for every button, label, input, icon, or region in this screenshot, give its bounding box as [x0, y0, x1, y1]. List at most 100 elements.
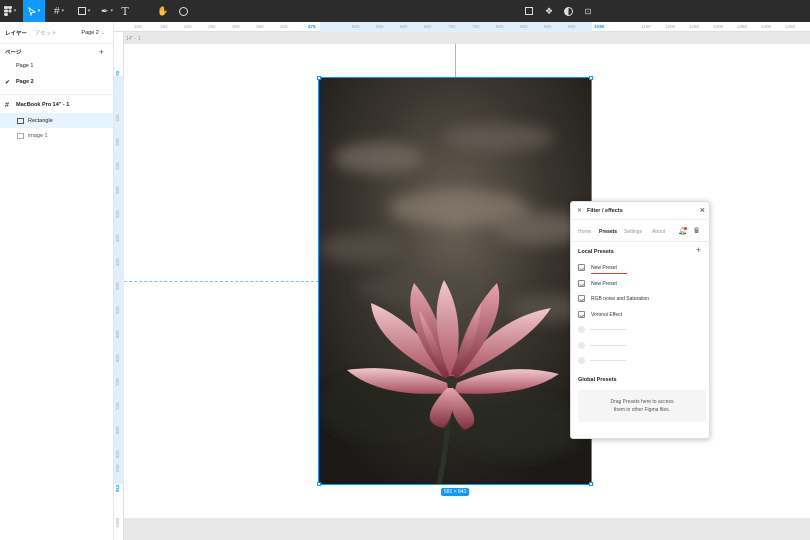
hand-tool-icon: ✋	[157, 5, 169, 16]
ruler-tick: 950	[568, 24, 576, 29]
preset-placeholder	[578, 357, 626, 364]
adjust-icon: ⊡	[584, 6, 592, 16]
layer-frame[interactable]: # MacBook Pro 14" - 1	[0, 99, 113, 111]
component-button[interactable]: ❖	[542, 0, 556, 22]
resize-handle-tl[interactable]	[317, 76, 321, 80]
ruler-tick: 400	[115, 234, 120, 242]
tab-settings[interactable]: Settings	[624, 229, 642, 235]
ruler-tick: 700	[448, 24, 456, 29]
preset-item[interactable]: Voronoi Effect	[578, 311, 622, 318]
panel-tabs: レイヤー アセット Page 2 ⌄	[0, 26, 113, 40]
close-icon[interactable]: ×	[700, 205, 705, 215]
page-item-label: Page 1	[16, 63, 34, 69]
ruler-tick: 150	[160, 24, 168, 29]
plugin-title: Filter / effects	[587, 208, 623, 214]
ruler-tick: 850	[115, 450, 120, 458]
ruler-tick: 100	[134, 24, 142, 29]
ruler-tick: 800	[115, 426, 120, 434]
image-fill-icon	[17, 117, 24, 124]
ruler-tick: 900	[115, 464, 120, 472]
ruler-tick: 900	[544, 24, 552, 29]
preset-apply-icon[interactable]	[578, 311, 585, 318]
resize-handle-bl[interactable]	[317, 482, 321, 486]
frame-label[interactable]: 14" - 1	[126, 36, 141, 42]
pen-tool-button[interactable]: ✒ ▾	[96, 0, 118, 22]
comment-tool-icon	[178, 6, 188, 16]
ruler-tick: 200	[115, 138, 120, 146]
ruler-tick: 500	[352, 24, 360, 29]
dimension-badge: 581 × 843	[441, 488, 470, 496]
page-item-label: Page 2	[16, 79, 34, 85]
text-tool-button[interactable]: T	[118, 0, 132, 22]
comment-tool-button[interactable]	[176, 0, 190, 22]
pen-tool-icon: ✒	[100, 5, 109, 16]
ruler-tick: 650	[115, 354, 120, 362]
crop-button[interactable]	[522, 0, 536, 22]
preset-apply-icon[interactable]	[578, 295, 585, 302]
mask-icon	[563, 6, 573, 16]
ruler-tick: 650	[424, 24, 432, 29]
layer-label: Rectangle	[28, 117, 53, 124]
tab-home[interactable]: Home	[578, 229, 591, 235]
tab-layers[interactable]: レイヤー	[5, 29, 27, 37]
ruler-tick: 250	[208, 24, 216, 29]
ruler-tick: 300	[115, 186, 120, 194]
tab-presets[interactable]: Presets	[599, 229, 617, 235]
layer-label: MacBook Pro 14" - 1	[16, 102, 70, 108]
preset-item[interactable]: RGB noise and Saturation	[578, 295, 649, 302]
page-item-1[interactable]: Page 1	[0, 60, 113, 72]
ruler-tick: 450	[115, 258, 120, 266]
layer-rectangle[interactable]: Rectangle	[0, 113, 113, 128]
preset-label: New Preset	[591, 264, 617, 271]
lotus-photo	[319, 78, 591, 484]
text-tool-icon: T	[121, 4, 129, 18]
preset-apply-icon[interactable]	[578, 264, 585, 271]
ruler-tick-selected-start: 70	[115, 70, 120, 76]
preset-apply-icon[interactable]	[578, 280, 585, 287]
layer-image[interactable]: image 1	[0, 130, 113, 142]
ruler-tick: 150	[115, 114, 120, 122]
frame-icon: #	[5, 101, 9, 109]
preset-rename-underline	[591, 273, 627, 274]
tab-assets[interactable]: アセット	[35, 29, 57, 37]
hand-tool-button[interactable]: ✋	[156, 0, 170, 22]
preset-item[interactable]: New Preset	[578, 264, 617, 271]
ruler-tick: 1450	[785, 24, 796, 29]
ruler-tick: 550	[376, 24, 384, 29]
resize-handle-br[interactable]	[589, 482, 593, 486]
image-icon	[17, 133, 24, 139]
preset-item[interactable]: New Preset	[578, 280, 617, 287]
resize-handle-tr[interactable]	[589, 76, 593, 80]
mask-button[interactable]	[561, 0, 575, 22]
ruler-tick: 1250	[689, 24, 700, 29]
shape-tool-button[interactable]: ▾	[73, 0, 95, 22]
preset-placeholder	[578, 326, 626, 333]
ruler-tick: 200	[184, 24, 192, 29]
page-selector[interactable]: Page 2 ⌄	[81, 30, 105, 36]
add-preset-icon[interactable]: +	[696, 245, 701, 255]
top-toolbar: ▾ ▾ # ▾ ▾ ✒ ▾ T ✋ ❖ ⊡	[0, 0, 810, 22]
crown-icon[interactable]: ♛	[693, 226, 700, 235]
frame-tool-button[interactable]: # ▾	[48, 0, 70, 22]
layer-label: image 1	[28, 133, 48, 139]
dropzone-text-line-1: Drag Presets here to access	[610, 399, 674, 405]
preset-placeholder	[578, 342, 626, 349]
adjust-button[interactable]: ⊡	[581, 0, 595, 22]
ruler-tick: 750	[115, 402, 120, 410]
component-icon: ❖	[544, 5, 554, 16]
figma-menu-icon	[3, 6, 12, 16]
ruler-tick: 850	[520, 24, 528, 29]
page-item-2[interactable]: ✔ Page 2	[0, 76, 113, 88]
ruler-tick: 1350	[737, 24, 748, 29]
tab-about[interactable]: About	[652, 229, 665, 235]
move-tool-button[interactable]: ▾	[23, 0, 45, 22]
ruler-tick: 350	[115, 210, 120, 218]
ruler-tick: 600	[400, 24, 408, 29]
selected-image-rectangle[interactable]	[318, 77, 592, 485]
preset-label: Voronoi Effect	[591, 311, 623, 318]
figma-menu-button[interactable]: ▾	[0, 0, 20, 22]
add-page-icon[interactable]: +	[99, 47, 104, 57]
ruler-tick: 1300	[713, 24, 724, 29]
global-presets-dropzone[interactable]: Drag Presets here to access them in othe…	[578, 390, 706, 422]
measure-guide-vertical	[455, 44, 456, 78]
